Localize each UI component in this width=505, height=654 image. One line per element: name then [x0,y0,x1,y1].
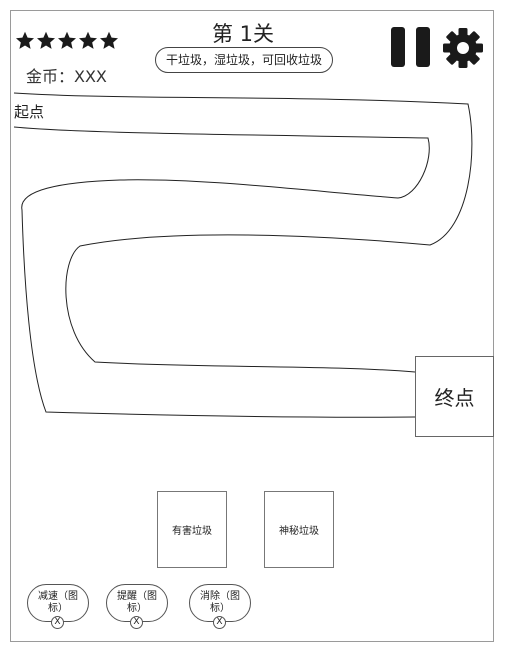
garbage-track [13,92,473,418]
trash-card-mystery[interactable]: 神秘垃圾 [264,491,334,568]
trash-card-hazardous[interactable]: 有害垃圾 [157,491,227,568]
hint-tool-button[interactable]: 提醒（图标） X [106,584,168,629]
track-inner-edge [13,126,430,418]
start-label: 起点 [14,103,45,121]
end-point: 终点 [415,356,494,437]
tool-label: 减速（图标） [38,591,78,614]
tool-count-badge: X [130,616,143,629]
tool-count-badge: X [213,616,226,629]
clear-tool-button[interactable]: 消除（图标） X [189,584,251,629]
tool-count-badge: X [51,616,64,629]
tool-label: 消除（图标） [200,591,240,614]
tool-label: 提醒（图标） [117,591,157,614]
slowdown-tool-button[interactable]: 减速（图标） X [27,584,89,629]
